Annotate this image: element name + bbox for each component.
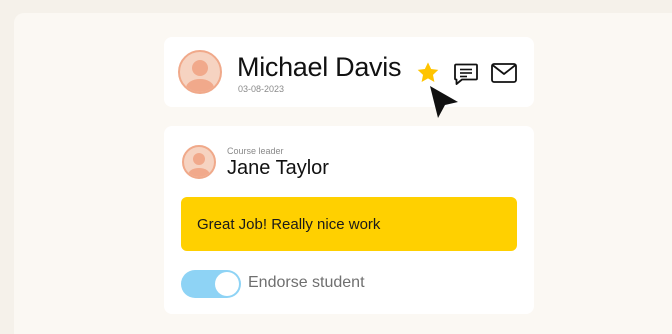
feedback-message: Great Job! Really nice work — [181, 197, 517, 251]
student-date: 03-08-2023 — [238, 84, 285, 94]
avatar-head — [193, 153, 205, 165]
leader-name: Jane Taylor — [227, 157, 329, 179]
student-avatar — [178, 50, 222, 94]
endorse-label: Endorse student — [248, 274, 365, 291]
toggle-knob — [215, 272, 239, 296]
leader-role-label: Course leader — [227, 146, 284, 156]
cursor-icon — [428, 84, 460, 127]
avatar-head — [192, 60, 208, 76]
mail-icon[interactable] — [490, 62, 518, 89]
leader-avatar — [182, 145, 216, 179]
endorse-toggle[interactable] — [181, 270, 241, 298]
avatar-body — [186, 79, 214, 92]
student-name: Michael Davis — [237, 52, 402, 82]
